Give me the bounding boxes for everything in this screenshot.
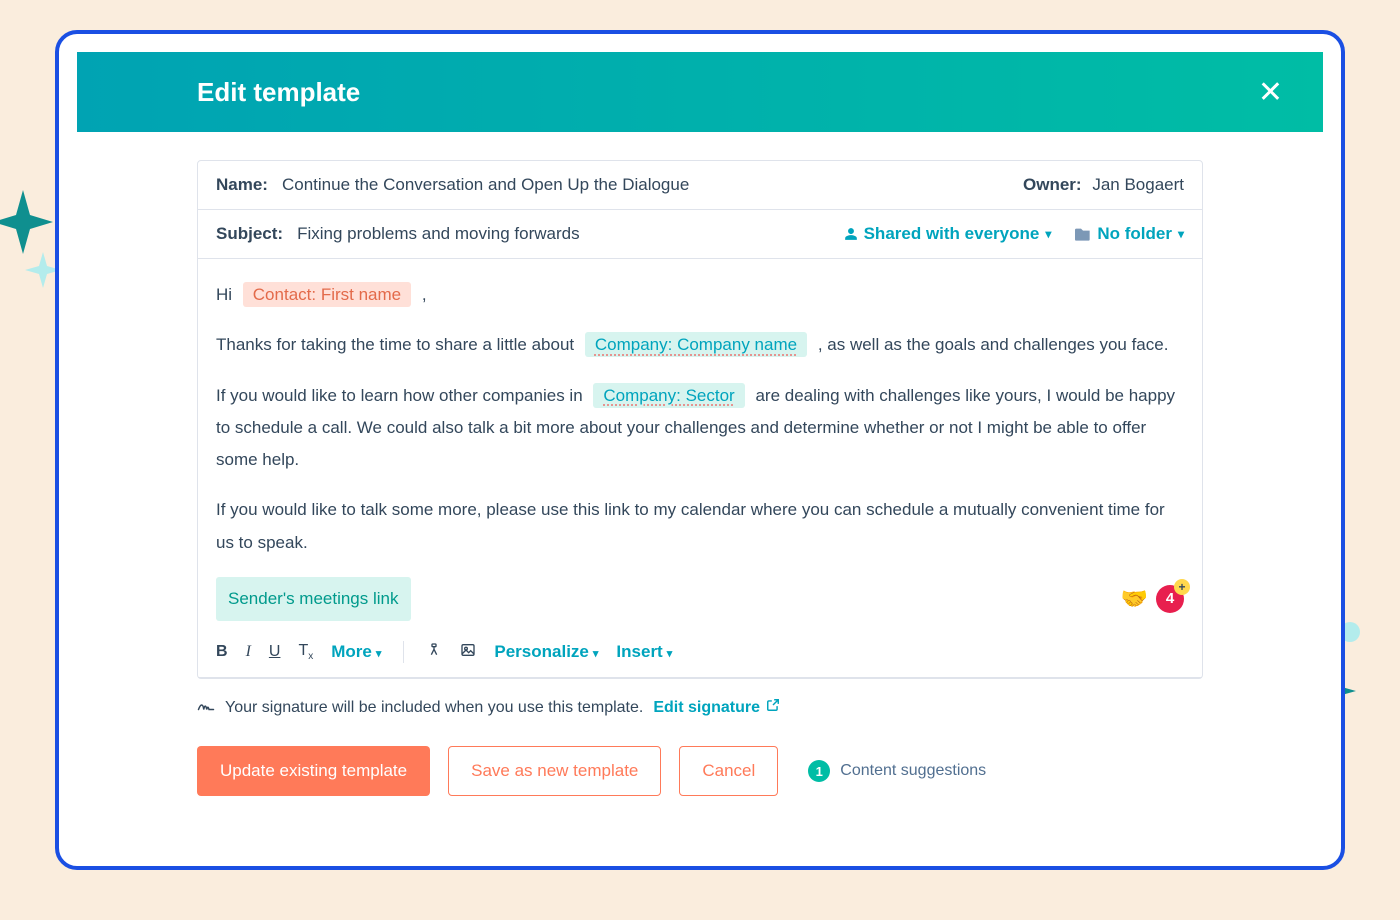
bold-button[interactable]: B: [216, 643, 228, 661]
subject-row: Subject: Fixing problems and moving forw…: [198, 210, 1202, 259]
insert-label: Insert: [616, 642, 662, 661]
token-contact-firstname[interactable]: Contact: First name: [243, 282, 411, 307]
suggestions-count-badge: 1: [808, 760, 830, 782]
save-as-new-button[interactable]: Save as new template: [448, 746, 661, 796]
signature-text: Your signature will be included when you…: [225, 699, 643, 717]
underline-button[interactable]: U: [269, 643, 281, 661]
more-label: More: [331, 642, 372, 661]
text: , as well as the goals and challenges yo…: [818, 335, 1169, 354]
cancel-button[interactable]: Cancel: [679, 746, 778, 796]
more-dropdown[interactable]: More ▾: [331, 642, 381, 662]
chevron-down-icon: ▾: [593, 648, 599, 660]
greeting-line: Hi Contact: First name ,: [216, 279, 1184, 311]
chevron-down-icon: ▾: [376, 648, 382, 660]
signature-note: Your signature will be included when you…: [197, 697, 1203, 718]
email-body-editor[interactable]: Hi Contact: First name , Thanks for taki…: [198, 259, 1202, 631]
name-value[interactable]: Continue the Conversation and Open Up th…: [282, 175, 689, 195]
modal-header: Edit template ✕: [77, 52, 1323, 132]
chevron-down-icon: ▾: [667, 648, 673, 660]
folder-label: No folder: [1097, 224, 1172, 244]
toolbar-separator: [403, 641, 404, 663]
folder-dropdown[interactable]: No folder ▾: [1075, 224, 1184, 244]
token-meetings-link[interactable]: Sender's meetings link: [216, 577, 411, 621]
clear-formatting-button[interactable]: Tx: [298, 642, 313, 662]
external-link-icon: [766, 698, 780, 717]
modal-body: Name: Continue the Conversation and Open…: [77, 132, 1323, 848]
owner-label: Owner:: [1023, 175, 1082, 194]
owner-value: Jan Bogaert: [1092, 175, 1184, 194]
suggestions-label: Content suggestions: [840, 762, 986, 780]
personalize-dropdown[interactable]: Personalize ▾: [494, 642, 598, 662]
edit-signature-label: Edit signature: [653, 699, 760, 717]
folder-icon: [1075, 227, 1091, 241]
notification-count-badge[interactable]: 4: [1156, 585, 1184, 613]
close-icon[interactable]: ✕: [1258, 75, 1283, 110]
text: If you would like to learn how other com…: [216, 386, 587, 405]
edit-signature-link[interactable]: Edit signature: [653, 698, 780, 717]
subject-label: Subject:: [216, 224, 283, 244]
content-suggestions[interactable]: 1 Content suggestions: [808, 760, 986, 782]
chevron-down-icon: ▾: [1045, 227, 1051, 241]
editor-footer-row: Sender's meetings link 🤝 4: [216, 577, 1184, 621]
modal-title: Edit template: [197, 77, 360, 108]
modal-footer: Update existing template Save as new tem…: [197, 746, 1203, 796]
edit-template-modal: Edit template ✕ Name: Continue the Conve…: [77, 52, 1323, 848]
text: Hi: [216, 285, 237, 304]
personalize-label: Personalize: [494, 642, 589, 661]
italic-button[interactable]: I: [246, 643, 251, 661]
token-company-sector[interactable]: Company: Sector: [593, 383, 744, 408]
paragraph-3: If you would like to talk some more, ple…: [216, 494, 1184, 559]
name-owner-row: Name: Continue the Conversation and Open…: [198, 161, 1202, 210]
template-card: Name: Continue the Conversation and Open…: [197, 160, 1203, 679]
paragraph-2: If you would like to learn how other com…: [216, 380, 1184, 477]
text: ,: [422, 285, 427, 304]
person-icon: [844, 227, 858, 241]
insert-dropdown[interactable]: Insert ▾: [616, 642, 672, 662]
link-tool-icon[interactable]: [426, 642, 442, 663]
shared-with-dropdown[interactable]: Shared with everyone ▾: [844, 224, 1052, 244]
shared-label: Shared with everyone: [864, 224, 1040, 244]
image-tool-icon[interactable]: [460, 642, 476, 663]
editor-toolbar: B I U Tx More ▾: [198, 631, 1202, 678]
chevron-down-icon: ▾: [1178, 227, 1184, 241]
handshake-icon[interactable]: 🤝: [1121, 578, 1148, 620]
signature-icon: [197, 697, 215, 718]
name-label: Name:: [216, 175, 268, 195]
paragraph-1: Thanks for taking the time to share a li…: [216, 329, 1184, 361]
update-template-button[interactable]: Update existing template: [197, 746, 430, 796]
token-company-name[interactable]: Company: Company name: [585, 332, 807, 357]
app-frame: Edit template ✕ Name: Continue the Conve…: [55, 30, 1345, 870]
text: Thanks for taking the time to share a li…: [216, 335, 579, 354]
subject-value[interactable]: Fixing problems and moving forwards: [297, 224, 580, 244]
